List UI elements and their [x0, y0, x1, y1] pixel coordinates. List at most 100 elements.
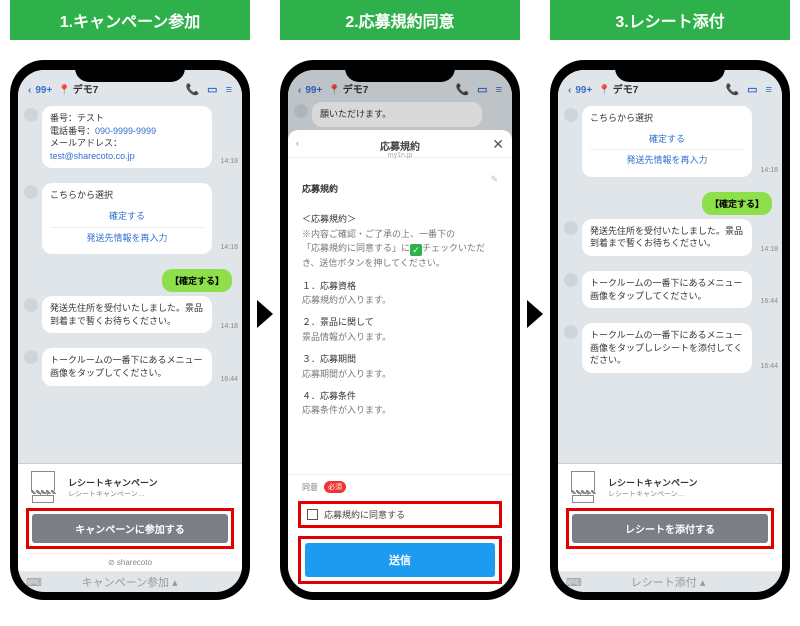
- phone-frame-1: ‹ 99+ 📍 デモ7 📞 ▭ ≡ 番号：テスト 電話番号：090-9999-9…: [10, 60, 250, 600]
- msg-bubble: トークルームの一番下にあるメニュー画像をタップしてください。: [582, 271, 752, 308]
- submit-button[interactable]: 送信: [305, 543, 495, 577]
- campaign-title: レシートキャンペーン: [68, 476, 234, 489]
- chat-title: デモ7: [613, 81, 639, 96]
- provider-label: ⊘ sharecoto: [26, 553, 234, 569]
- receipt-icon: [566, 470, 600, 504]
- terms-intro: ※内容ご確認・ご了承の上、一番下の 「応募規約に同意する」に✓チェックいただき、…: [302, 227, 498, 271]
- pin-icon: 📍: [598, 85, 610, 96]
- unread-badge: 99+: [35, 85, 52, 96]
- option-confirm[interactable]: 確定する: [590, 129, 744, 150]
- receipt-icon: [26, 470, 60, 504]
- join-campaign-button[interactable]: キャンペーンに参加する: [32, 514, 228, 543]
- menu-icon[interactable]: ≡: [226, 84, 232, 96]
- screen-3: ‹ 99+ 📍 デモ7 📞 ▭ ≡ こちらから選択 確定する 発送先情報を再入力…: [558, 70, 782, 592]
- step-header-1: 1.キャンペーン参加: [10, 0, 250, 40]
- msg-bubble: 発送先住所を受付いたしました。景品到着まで暫くお待ちください。: [582, 219, 752, 256]
- highlight-box: 応募規約に同意する: [298, 501, 502, 528]
- notch: [615, 60, 725, 82]
- call-icon[interactable]: 📞: [185, 83, 199, 96]
- msg-bubble: トークルームの一番下にあるメニュー画像をタップしてください。: [42, 348, 212, 385]
- timestamp: 16:44: [760, 298, 778, 305]
- screen-1: ‹ 99+ 📍 デモ7 📞 ▭ ≡ 番号：テスト 電話番号：090-9999-9…: [18, 70, 242, 592]
- menu-toggle[interactable]: ⌨ レシート添付 ▴: [558, 571, 782, 592]
- rich-menu: レシートキャンペーン レシートキャンペーン… レシートを添付する: [558, 463, 782, 571]
- step-header-2: 2.応募規約同意: [280, 0, 520, 40]
- screen-2: ‹ 99+ 📍 デモ7 📞 ▭ ≡ 願いただけます。 🎁 レシートキャンペーン（…: [288, 70, 512, 592]
- menu-toggle[interactable]: ⌨ キャンペーン参加 ▴: [18, 571, 242, 592]
- timestamp: 16:44: [760, 363, 778, 370]
- modal-body[interactable]: ✎ 応募規約 ＜応募規約＞ ※内容ご確認・ご了承の上、一番下の 「応募規約に同意…: [288, 158, 512, 474]
- step-header-3: 3.レシート添付: [550, 0, 790, 40]
- option-reenter[interactable]: 発送先情報を再入力: [590, 149, 744, 171]
- note-icon[interactable]: ▭: [207, 83, 217, 96]
- chat-body[interactable]: 番号：テスト 電話番号：090-9999-9999 メールアドレス： test@…: [18, 98, 242, 463]
- notch: [75, 60, 185, 82]
- campaign-sub: レシートキャンペーン…: [608, 489, 774, 499]
- call-icon[interactable]: 📞: [725, 83, 739, 96]
- modal-back-icon[interactable]: ‹: [296, 138, 299, 148]
- campaign-sub: レシートキャンペーン…: [68, 489, 234, 499]
- term-body: 応募期間が入ります。: [302, 367, 498, 381]
- timestamp: 14:18: [220, 244, 238, 251]
- user-message: 【確定する】: [162, 269, 232, 292]
- option-reenter[interactable]: 発送先情報を再入力: [50, 227, 204, 249]
- check-icon: ✓: [410, 244, 422, 256]
- section-title: 応募規約: [302, 182, 498, 196]
- pin-icon: 📍: [58, 85, 70, 96]
- terms-heading: ＜応募規約＞: [302, 212, 498, 226]
- note-icon[interactable]: ▭: [747, 83, 757, 96]
- phone-link[interactable]: 090-9999-9999: [95, 126, 156, 136]
- back-icon[interactable]: ‹: [28, 85, 31, 96]
- email-link[interactable]: test@sharecoto.co.jp: [50, 151, 135, 161]
- phone-frame-3: ‹ 99+ 📍 デモ7 📞 ▭ ≡ こちらから選択 確定する 発送先情報を再入力…: [550, 60, 790, 600]
- timestamp: 14:18: [760, 246, 778, 253]
- select-head: こちらから選択: [50, 189, 204, 202]
- label: 番号：: [50, 113, 77, 123]
- rich-menu: レシートキャンペーン レシートキャンペーン… キャンペーンに参加する ⊘ sha…: [18, 463, 242, 571]
- unread-badge: 99+: [575, 85, 592, 96]
- highlight-box: 送信: [298, 536, 502, 584]
- chat-body[interactable]: こちらから選択 確定する 発送先情報を再入力 14:18 【確定する】 発送先住…: [558, 98, 782, 463]
- arrow-icon: [527, 300, 543, 328]
- msg-bubble: 発送先住所を受付いたしました。景品到着まで暫くお待ちください。: [42, 296, 212, 333]
- highlight-box: キャンペーンに参加する: [26, 508, 234, 549]
- back-icon[interactable]: ‹: [568, 85, 571, 96]
- agree-label-row: 同意 必須: [288, 474, 512, 499]
- option-confirm[interactable]: 確定する: [50, 206, 204, 227]
- pencil-icon[interactable]: ✎: [490, 172, 498, 186]
- modal-domain: my1n.jp: [388, 152, 413, 159]
- campaign-footer: [566, 553, 774, 569]
- term-head: ４．応募条件: [302, 389, 498, 403]
- term-head: １．応募資格: [302, 279, 498, 293]
- highlight-box: レシートを添付する: [566, 508, 774, 549]
- timestamp: 16:44: [220, 376, 238, 383]
- required-badge: 必須: [324, 481, 346, 493]
- campaign-title: レシートキャンペーン: [608, 476, 774, 489]
- term-body: 応募条件が入ります。: [302, 403, 498, 417]
- modal-title: 応募規約: [380, 138, 420, 153]
- agree-text[interactable]: 応募規約に同意する: [324, 508, 405, 521]
- timestamp: 14:18: [220, 323, 238, 330]
- timestamp: 14:18: [760, 167, 778, 174]
- user-message: 【確定する】: [702, 192, 772, 215]
- close-icon[interactable]: ✕: [492, 136, 504, 153]
- value: テスト: [77, 113, 104, 123]
- menu-icon[interactable]: ≡: [766, 84, 772, 96]
- label: メールアドレス：: [50, 138, 122, 148]
- notch: [345, 60, 455, 82]
- arrow-icon: [257, 300, 273, 328]
- terms-modal: ‹ 応募規約 my1n.jp ✕ ✎ 応募規約 ＜応募規約＞ ※内容ご確認・ご了…: [288, 130, 512, 592]
- agree-label: 同意: [302, 482, 318, 493]
- timestamp: 14:18: [220, 158, 238, 165]
- info-bubble: 番号：テスト 電話番号：090-9999-9999 メールアドレス： test@…: [42, 106, 212, 168]
- select-head: こちらから選択: [590, 112, 744, 125]
- select-bubble: こちらから選択 確定する 発送先情報を再入力: [582, 106, 752, 177]
- term-head: ２．景品に関して: [302, 315, 498, 329]
- msg-bubble: トークルームの一番下にあるメニュー画像をタップしレシートを添付してください。: [582, 323, 752, 373]
- chat-title: デモ7: [73, 81, 99, 96]
- agree-checkbox[interactable]: [307, 509, 318, 520]
- term-body: 応募規約が入ります。: [302, 293, 498, 307]
- label: 電話番号：: [50, 126, 95, 136]
- attach-receipt-button[interactable]: レシートを添付する: [572, 514, 768, 543]
- phone-frame-2: ‹ 99+ 📍 デモ7 📞 ▭ ≡ 願いただけます。 🎁 レシートキャンペーン（…: [280, 60, 520, 600]
